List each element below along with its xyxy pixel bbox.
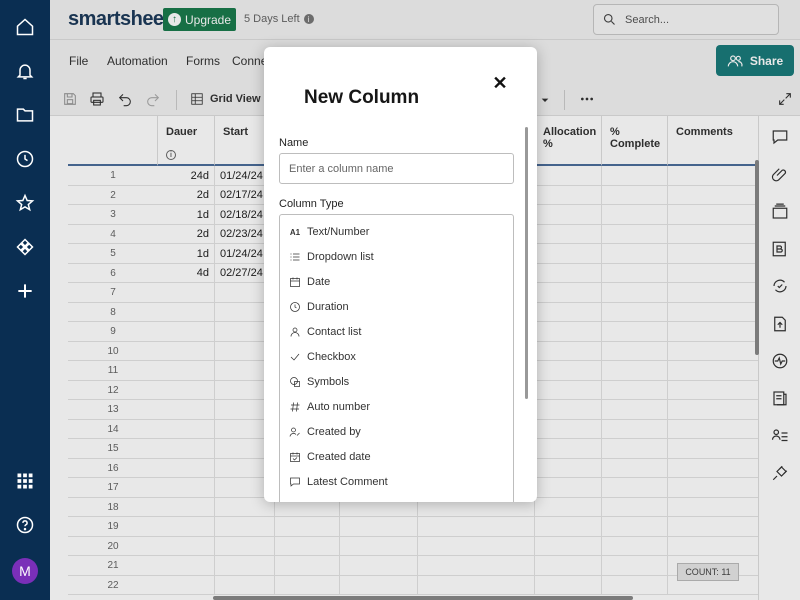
column-type-option[interactable]: Auto number — [289, 397, 370, 417]
column-type-option[interactable]: A1 Text/Number — [289, 222, 369, 242]
bell-icon[interactable] — [13, 59, 37, 83]
column-type-option[interactable]: Created date — [289, 447, 371, 467]
column-name-input[interactable] — [279, 153, 514, 184]
check-icon — [289, 351, 301, 363]
dialog-title: New Column — [304, 87, 420, 108]
left-navigation: M — [0, 0, 50, 600]
recent-clock-icon[interactable] — [13, 147, 37, 171]
column-type-option[interactable]: Contact list — [289, 322, 361, 342]
option-label: Auto number — [307, 401, 370, 413]
option-label: Created date — [307, 451, 371, 463]
calendar-icon — [289, 276, 301, 288]
calendar-check-icon — [289, 451, 301, 463]
close-icon[interactable]: ✕ — [492, 73, 508, 93]
new-column-dialog: New Column ✕ Name Column Type A1 Text/Num… — [264, 47, 537, 502]
help-icon[interactable] — [13, 513, 37, 537]
person-icon — [289, 326, 301, 338]
name-label: Name — [279, 137, 309, 149]
solutions-diamond-icon[interactable] — [13, 235, 37, 259]
clock-icon — [289, 301, 301, 313]
option-label: Contact list — [307, 326, 362, 338]
option-label: Checkbox — [307, 351, 356, 363]
symbols-icon — [289, 376, 301, 388]
text-number-icon: A1 — [289, 227, 301, 237]
folder-icon[interactable] — [13, 103, 37, 127]
comment-icon — [289, 476, 301, 488]
column-type-option[interactable]: Dropdown list — [289, 247, 374, 267]
option-label: Dropdown list — [307, 251, 374, 263]
dialog-scrollbar[interactable] — [525, 127, 528, 399]
list-icon — [289, 251, 301, 263]
hash-icon — [289, 401, 301, 413]
column-type-option[interactable]: Date — [289, 272, 330, 292]
star-icon[interactable] — [13, 191, 37, 215]
column-type-label: Column Type — [279, 198, 344, 210]
option-label: Date — [307, 276, 331, 288]
option-label: Duration — [307, 301, 349, 313]
column-type-option[interactable]: Checkbox — [289, 347, 356, 367]
column-type-list: A1 Text/Number Dropdown list Date Duration Co… — [279, 214, 514, 502]
avatar[interactable]: M — [12, 558, 38, 584]
apps-grid-icon[interactable] — [13, 469, 37, 493]
option-label: Latest Comment — [307, 476, 388, 488]
home-icon[interactable] — [13, 15, 37, 39]
option-label: Text/Number — [307, 226, 370, 238]
option-label: Created by — [307, 426, 361, 438]
column-type-option[interactable]: Duration — [289, 297, 349, 317]
column-type-option[interactable]: Latest Comment — [289, 472, 388, 492]
column-type-option[interactable]: Symbols — [289, 372, 349, 392]
create-plus-icon[interactable] — [13, 279, 37, 303]
person-edit-icon — [289, 426, 301, 438]
option-label: Symbols — [307, 376, 350, 388]
column-type-option[interactable]: Created by — [289, 422, 361, 442]
